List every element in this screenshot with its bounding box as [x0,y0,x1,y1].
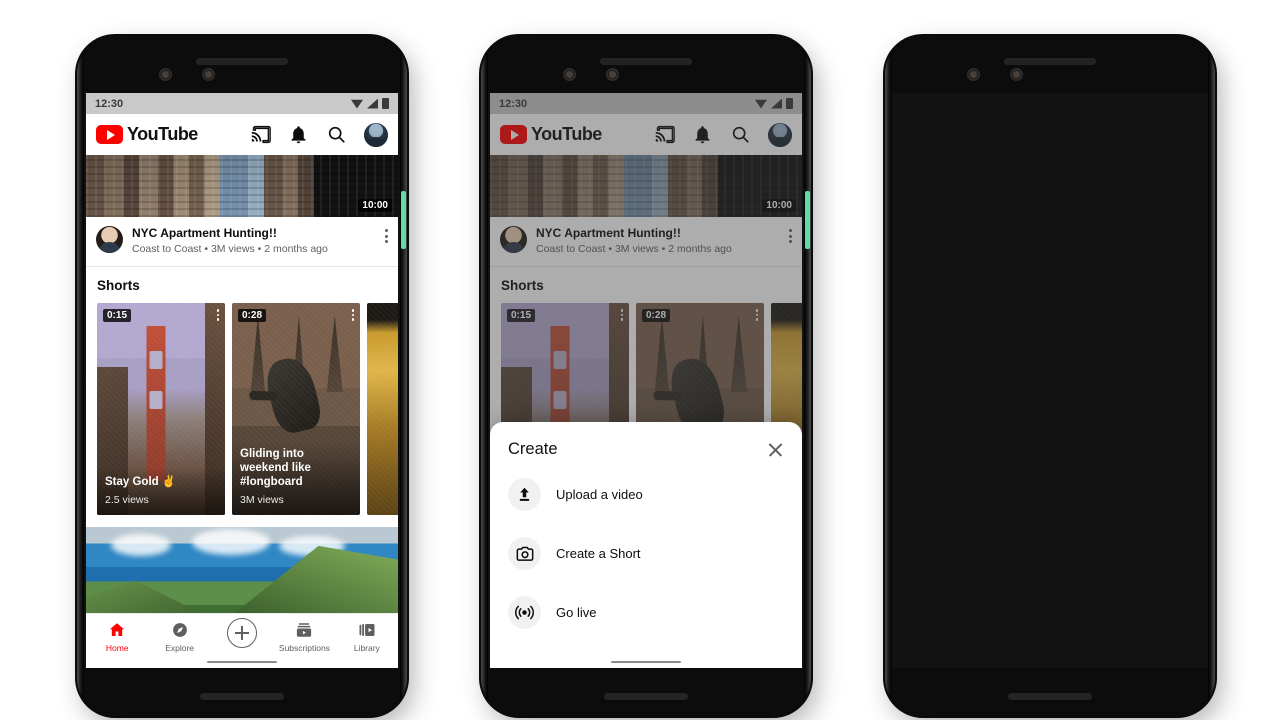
short-card[interactable]: 0:15 Stay Gold ✌ 2.5 views [97,303,225,515]
short-title: Stay Gold ✌ [105,475,177,488]
short-caption-block: Gliding into weekend like #longboard 3M … [232,438,360,515]
wifi-icon [351,99,363,109]
nav-item-subscriptions[interactable]: Subscriptions [273,621,335,653]
thumbnail-texture [86,155,398,217]
upload-arrow-icon [508,478,541,511]
short-title: Gliding into weekend like #longboard [240,447,311,488]
short-duration-badge: 0:28 [238,309,267,322]
youtube-logo-text: YouTube [127,124,198,144]
video-subtitle: Coast to Coast • 3M views • 2 months ago [132,243,328,255]
shorts-section: Shorts 0:15 Stay Gold ✌ 2.5 views 0:28 G… [86,266,398,515]
phone-create-sheet: 12:30 YouTube 10:00 NYC Apartment Huntin… [481,36,811,716]
short-card[interactable]: 0:28 Gliding into weekend like #longboar… [232,303,360,515]
phone-bottom-bezel [885,668,1215,716]
status-icon-group [351,98,389,109]
short-kebab-menu-icon[interactable] [351,309,354,321]
camera-icon [508,537,541,570]
header-actions [250,122,388,147]
search-icon[interactable] [326,124,347,145]
gesture-home-bar[interactable] [207,660,277,663]
scroll-indicator[interactable] [401,191,406,249]
short-card[interactable] [367,303,398,515]
short-texture [367,303,398,515]
shorts-carousel[interactable]: 0:15 Stay Gold ✌ 2.5 views 0:28 Gliding … [86,303,398,515]
front-camera-dot-right [606,68,619,81]
nav-item-create[interactable] [211,618,273,648]
battery-icon [382,98,389,109]
earpiece-speaker [1004,58,1096,65]
screenshot-stage: 12:30 YouTube 10:00 NYC Apartment Huntin… [0,0,1280,720]
notifications-bell-icon[interactable] [288,124,309,145]
scroll-indicator[interactable] [805,191,810,249]
cast-icon[interactable] [250,124,271,145]
short-views: 2.5 views [105,494,149,506]
create-sheet-title: Create [508,440,558,458]
sheet-label: Go live [556,605,597,620]
sheet-label: Create a Short [556,546,641,561]
short-kebab-menu-icon[interactable] [216,309,219,321]
home-icon [110,623,125,636]
broadcast-icon [508,596,541,629]
subscriptions-icon [297,623,312,637]
sheet-item-upload-a-video[interactable]: Upload a video [490,465,802,524]
phone-home: 12:30 YouTube 10:00 NYC Apartment Huntin… [77,36,407,716]
nav-item-explore[interactable]: Explore [148,621,210,653]
short-caption-block: Stay Gold ✌ 2.5 views [97,466,225,515]
library-icon [359,624,375,636]
front-camera-dot-left [159,68,172,81]
shorts-section-title: Shorts [97,278,140,293]
nav-label-explore: Explore [165,643,195,653]
create-sheet-screen: 12:30 YouTube 10:00 NYC Apartment Huntin… [490,93,802,668]
video-meta-row[interactable]: NYC Apartment Hunting!! Coast to Coast •… [86,217,398,266]
status-time: 12:30 [95,97,124,110]
plus-create-icon[interactable] [227,618,258,648]
create-bottom-sheet: Create Upload a video Create a Short Go … [490,422,802,668]
compass-icon [172,623,187,637]
sheet-item-create-a-short[interactable]: Create a Short [490,524,802,583]
earpiece-speaker [196,58,288,65]
video-text-block: NYC Apartment Hunting!! Coast to Coast •… [132,226,328,255]
nav-item-home[interactable]: Home [86,621,148,653]
earpiece-speaker [600,58,692,65]
bottom-speaker-grille [1008,693,1092,700]
front-camera-dot-right [202,68,215,81]
close-icon[interactable] [767,441,784,458]
youtube-header: YouTube [86,114,398,155]
short-duration-badge: 0:15 [103,309,132,322]
phone-shorts-camera: Add music Speed [885,36,1215,716]
video-kebab-menu-icon[interactable] [385,226,388,243]
home-screen: 12:30 YouTube 10:00 NYC Apartment Huntin… [86,93,398,668]
phone-top-bezel [77,36,407,93]
phone-bottom-bezel [77,668,407,716]
sheet-item-go-live[interactable]: Go live [490,583,802,642]
sheet-label: Upload a video [556,487,643,502]
signal-icon [367,98,378,109]
front-camera-dot-left [967,68,980,81]
channel-avatar[interactable] [96,226,123,253]
short-views: 3M views [240,494,284,506]
gesture-home-bar[interactable] [611,660,681,663]
front-camera-dot-left [563,68,576,81]
nav-label-subscriptions: Subscriptions [278,643,330,653]
status-bar: 12:30 [86,93,398,114]
nav-label-home: Home [105,643,129,653]
nav-label-library: Library [353,643,380,653]
phone-top-bezel [481,36,811,93]
account-avatar[interactable] [364,122,388,147]
video-thumbnail[interactable]: 10:00 [86,155,398,217]
phone-bottom-bezel [481,668,811,716]
video-duration-badge: 10:00 [358,199,392,212]
bottom-speaker-grille [200,693,284,700]
front-camera-dot-right [1010,68,1023,81]
create-sheet-header: Create [490,440,802,465]
nav-item-library[interactable]: Library [336,621,398,653]
youtube-logo[interactable]: YouTube [96,124,198,145]
youtube-play-icon [96,125,123,144]
video-title: NYC Apartment Hunting!! [132,226,277,240]
bottom-speaker-grille [604,693,688,700]
phone-top-bezel [885,36,1215,93]
